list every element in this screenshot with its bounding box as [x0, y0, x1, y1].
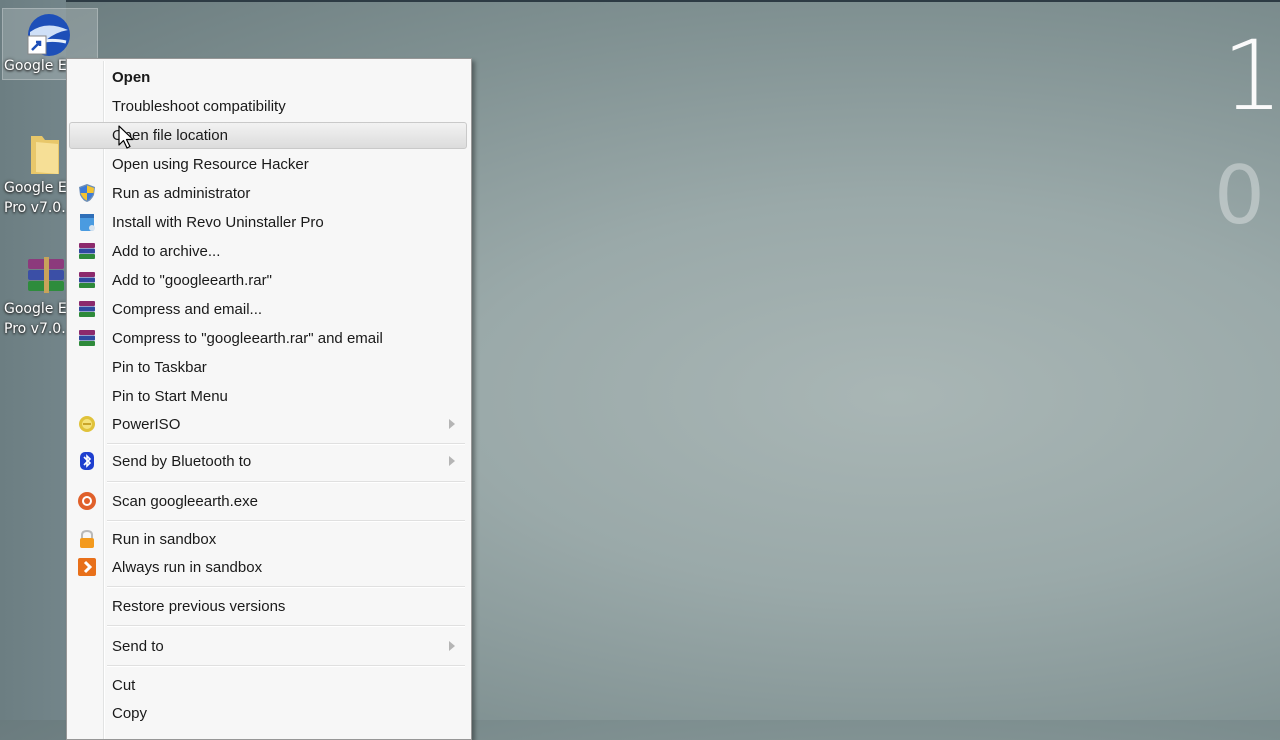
menu-item-poweriso[interactable]: PowerISO — [69, 411, 467, 438]
desktop-left-area — [0, 0, 66, 720]
menu-separator — [107, 625, 465, 627]
menu-item-label: Scan googleearth.exe — [112, 493, 258, 510]
menu-item-label: Cut — [112, 677, 136, 694]
desktop-clock-minute: 0 — [1214, 149, 1265, 242]
poweriso-icon — [79, 416, 95, 432]
winrar-icon — [79, 330, 95, 346]
menu-item-add-to-googleearth-rar[interactable]: Add to "googleearth.rar" — [69, 267, 467, 294]
desktop-icon-label: Pro v7.0. — [4, 200, 66, 216]
menu-item-run-as-administrator[interactable]: Run as administrator — [69, 180, 467, 207]
uac-shield-icon — [79, 184, 95, 202]
desktop-clock-hour: 1 — [1222, 20, 1280, 132]
menu-item-label: Copy — [112, 705, 148, 722]
menu-item-send-by-bluetooth[interactable]: Send by Bluetooth to — [69, 448, 467, 475]
menu-item-label: Send to — [112, 638, 164, 655]
menu-separator — [107, 520, 465, 522]
desktop-icon-label: Pro v7.0. — [4, 321, 66, 337]
mouse-pointer-icon — [118, 125, 134, 149]
menu-item-send-to[interactable]: Send to — [69, 633, 467, 660]
menu-item-pin-to-start-menu[interactable]: Pin to Start Menu — [69, 383, 467, 410]
menu-item-label: Add to "googleearth.rar" — [112, 272, 272, 289]
winrar-icon — [79, 243, 95, 259]
menu-item-always-run-in-sandbox[interactable]: Always run in sandbox — [69, 554, 467, 581]
menu-item-label: Compress and email... — [112, 301, 263, 318]
menu-item-label: Always run in sandbox — [112, 559, 263, 576]
desktop-icon-label: Google E — [4, 180, 67, 196]
menu-item-label: Compress to "googleearth.rar" and email — [112, 330, 383, 347]
winrar-icon — [79, 272, 95, 288]
menu-item-add-to-archive[interactable]: Add to archive... — [69, 238, 467, 265]
submenu-arrow-icon — [449, 641, 455, 651]
menu-item-label: Send by Bluetooth to — [112, 453, 252, 470]
menu-item-label: Pin to Taskbar — [112, 359, 207, 376]
sandbox-lock-icon — [80, 529, 94, 548]
winrar-icon — [79, 301, 95, 317]
google-earth-globe-icon — [27, 14, 70, 56]
top-border — [0, 0, 1280, 2]
avast-scan-icon — [78, 492, 96, 510]
sandbox-arrow-icon — [78, 558, 96, 576]
bluetooth-icon — [80, 452, 94, 470]
submenu-arrow-icon — [449, 419, 455, 429]
submenu-arrow-icon — [449, 456, 455, 466]
desktop-icon-label: Google E — [4, 301, 67, 317]
menu-item-pin-to-taskbar[interactable]: Pin to Taskbar — [69, 354, 467, 381]
menu-item-label: Run as administrator — [112, 185, 251, 202]
menu-item-cut[interactable]: Cut — [69, 672, 467, 699]
menu-item-label: Open using Resource Hacker — [112, 156, 309, 173]
menu-item-compress-to-rar-and-email[interactable]: Compress to "googleearth.rar" and email — [69, 325, 467, 352]
menu-separator — [107, 443, 465, 445]
menu-item-open-using-resource-hacker[interactable]: Open using Resource Hacker — [69, 151, 467, 178]
menu-item-open[interactable]: Open — [69, 64, 467, 91]
menu-item-copy[interactable]: Copy — [69, 700, 467, 727]
revo-uninstaller-icon — [80, 214, 95, 231]
menu-item-label: Troubleshoot compatibility — [112, 98, 286, 115]
menu-item-label: PowerISO — [112, 416, 181, 433]
winrar-archive-icon — [28, 257, 64, 293]
menu-item-install-with-revo[interactable]: Install with Revo Uninstaller Pro — [69, 209, 467, 236]
menu-separator — [107, 586, 465, 588]
context-menu: Open Troubleshoot compatibility Open fil… — [66, 58, 472, 740]
menu-item-compress-and-email[interactable]: Compress and email... — [69, 296, 467, 323]
menu-item-run-in-sandbox[interactable]: Run in sandbox — [69, 526, 467, 553]
menu-item-label: Run in sandbox — [112, 531, 217, 548]
menu-item-label: Open — [112, 69, 151, 86]
menu-item-scan-googleearth-exe[interactable]: Scan googleearth.exe — [69, 488, 467, 515]
menu-item-label: Restore previous versions — [112, 598, 286, 615]
menu-item-label: Add to archive... — [112, 243, 221, 260]
menu-item-label: Install with Revo Uninstaller Pro — [112, 214, 324, 231]
menu-item-troubleshoot-compatibility[interactable]: Troubleshoot compatibility — [69, 93, 467, 120]
folder-icon — [31, 136, 59, 174]
menu-separator — [107, 665, 465, 667]
desktop-icon-label: Google E — [4, 58, 67, 74]
menu-separator — [107, 481, 465, 483]
menu-item-label: Pin to Start Menu — [112, 388, 228, 405]
menu-item-restore-previous-versions[interactable]: Restore previous versions — [69, 593, 467, 620]
